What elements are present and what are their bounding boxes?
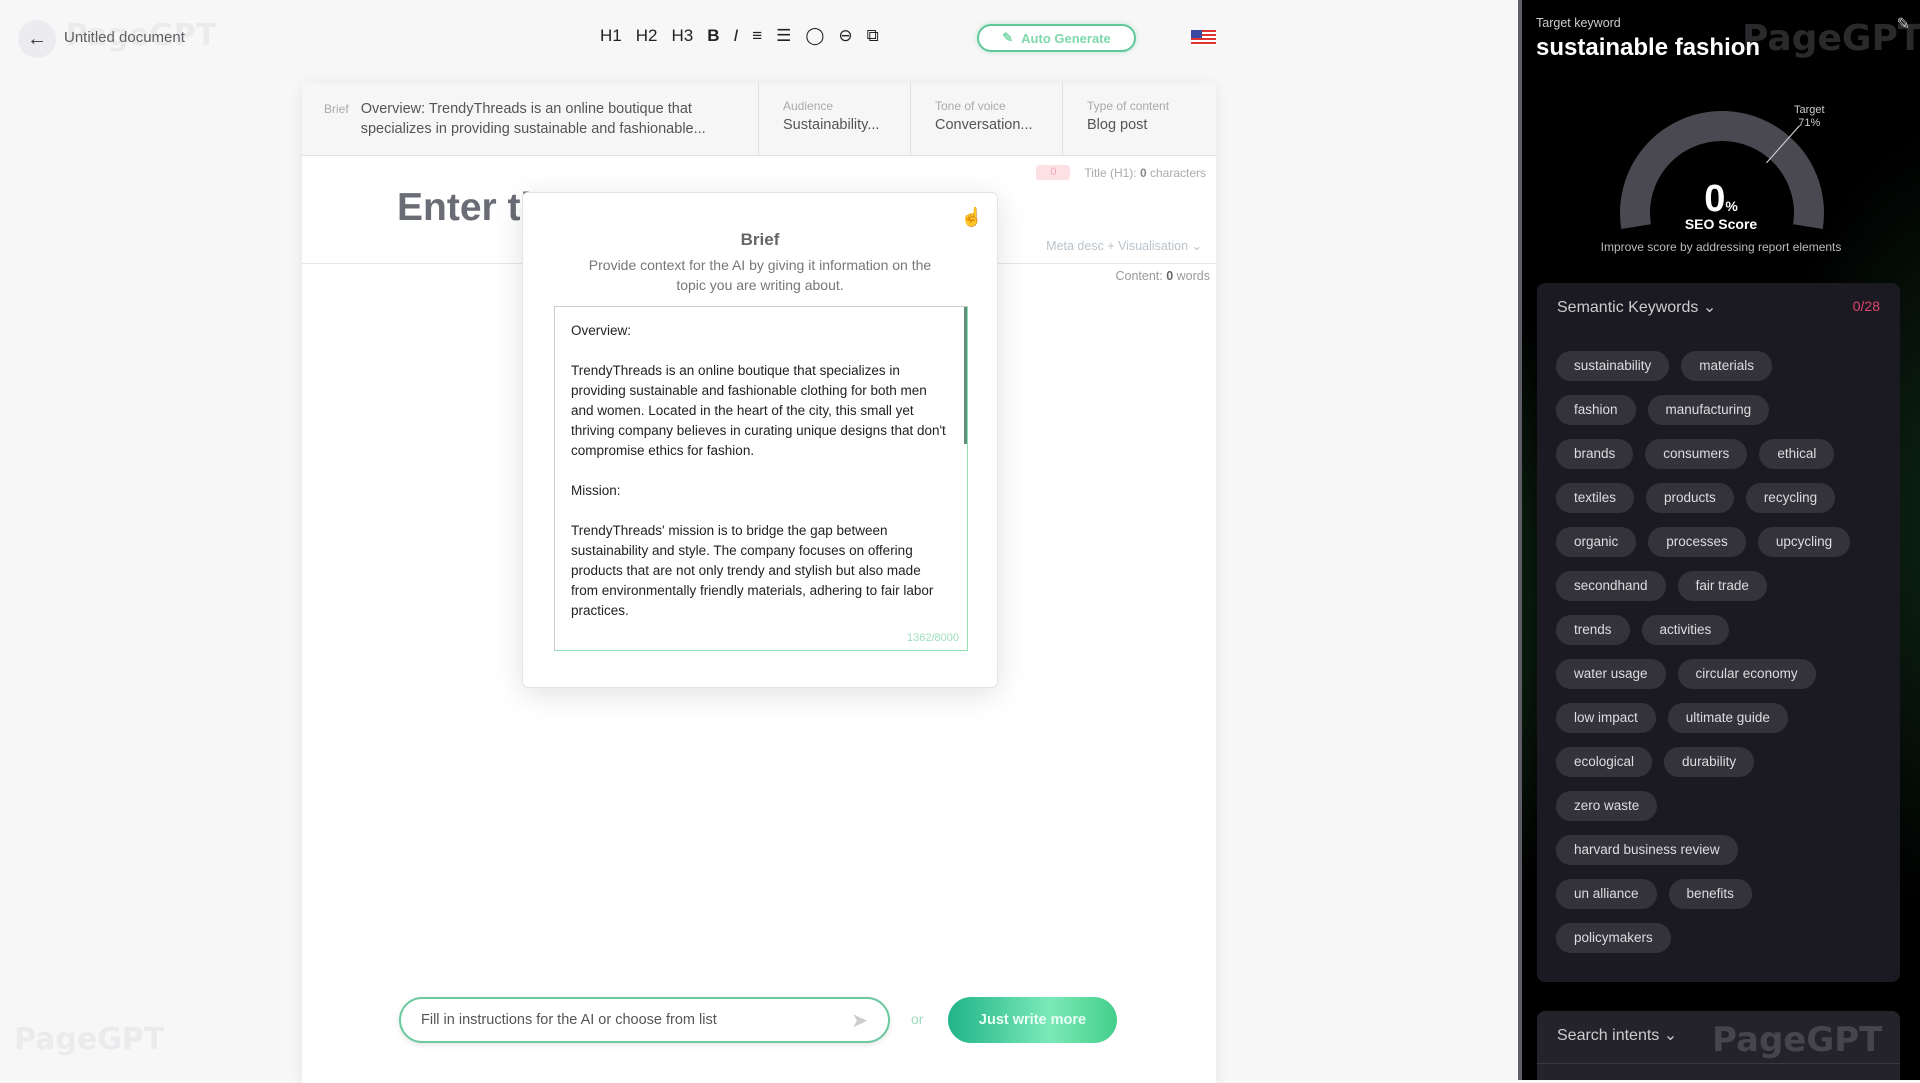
keyword-chip[interactable]: organic <box>1556 527 1637 557</box>
pagegpt-watermark: PageGPT <box>1742 18 1920 59</box>
keyword-chip[interactable]: zero waste <box>1556 791 1658 821</box>
title-counter: 0 Title (H1): 0 characters <box>1036 165 1206 180</box>
keyword-chip[interactable]: recycling <box>1745 483 1836 513</box>
title-status-badge: 0 <box>1036 165 1071 180</box>
brief-modal: ☝ Brief Provide context for the AI by gi… <box>522 192 998 688</box>
seo-panel: PageGPT Target keyword sustainable fashi… <box>1518 0 1920 1080</box>
keyword-chip[interactable]: ecological <box>1556 747 1653 777</box>
chip-row: ecological durability <box>1556 747 1850 791</box>
keyword-chip[interactable]: textiles <box>1556 483 1635 513</box>
improve-hint: Improve score by addressing report eleme… <box>1600 240 1842 254</box>
chevron-down-icon: ⌄ <box>1702 299 1717 316</box>
ai-instructions-input[interactable]: Fill in instructions for the AI or choos… <box>399 997 890 1043</box>
keyword-chip[interactable]: benefits <box>1668 879 1752 909</box>
keyword-chip[interactable]: circular economy <box>1677 659 1816 689</box>
toolbar-ordered-list-icon[interactable]: ≡ <box>752 26 762 46</box>
chip-row: organic processes upcycling <box>1556 527 1851 571</box>
pagegpt-watermark: PageGPT <box>66 18 217 53</box>
toolbar-heading-3[interactable]: H3 <box>671 26 693 46</box>
brief-field[interactable]: Brief Overview: TrendyThreads is an onlin… <box>302 83 759 155</box>
content-type-field[interactable]: Type of content Blog post <box>1063 83 1216 155</box>
seo-score-label: SEO Score <box>1684 216 1758 232</box>
chip-row: secondhand fair trade <box>1556 571 1850 615</box>
keyword-chip[interactable]: manufacturing <box>1647 395 1770 425</box>
semantic-keywords-toggle[interactable]: Semantic Keywords ⌄ <box>1557 297 1716 317</box>
keyword-chip[interactable]: upcycling <box>1757 527 1851 557</box>
toolbar-bold-icon[interactable]: B <box>707 26 719 46</box>
chip-row: textiles products recycling <box>1556 483 1850 527</box>
keyword-chip[interactable]: ethical <box>1759 439 1835 469</box>
toolbar-italic-icon[interactable]: I <box>733 26 738 46</box>
keyword-chip[interactable]: brands <box>1556 439 1634 469</box>
word-counter: Content: 0 words <box>1115 269 1210 283</box>
just-write-more-button[interactable]: Just write more <box>948 997 1117 1043</box>
target-keyword-label: Target keyword <box>1536 16 1621 30</box>
scrollbar[interactable] <box>964 307 967 444</box>
semantic-keywords-card: Semantic Keywords ⌄ 0/28 sustainability m… <box>1537 283 1900 982</box>
keyword-chip[interactable]: ultimate guide <box>1667 703 1788 733</box>
chip-row: policymakers <box>1556 923 1850 967</box>
keyword-chip[interactable]: consumers <box>1645 439 1748 469</box>
keyword-chip[interactable]: durability <box>1664 747 1755 777</box>
modal-subtitle: Provide context for the AI by giving it … <box>588 257 932 293</box>
chip-row: sustainability materials <box>1556 351 1850 395</box>
keyword-chip[interactable]: un alliance <box>1556 879 1657 909</box>
send-icon[interactable]: ➤ <box>851 1008 868 1033</box>
audience-field[interactable]: Audience Sustainability... <box>759 83 911 155</box>
chip-row: zero waste <box>1556 791 1850 835</box>
chevron-down-icon: ⌄ <box>1191 239 1202 253</box>
us-flag-icon[interactable] <box>1191 30 1216 46</box>
close-icon[interactable]: ☝ <box>961 207 983 228</box>
chip-row: fashion manufacturing <box>1556 395 1850 439</box>
chip-row: brands consumers ethical <box>1556 439 1850 483</box>
search-intents-toggle[interactable]: Search intents ⌄ <box>1557 1025 1677 1045</box>
toolbar-heading-2[interactable]: H2 <box>636 26 658 46</box>
keyword-chip[interactable]: trends <box>1556 615 1630 645</box>
keyword-chip[interactable]: fashion <box>1556 395 1636 425</box>
keyword-chip[interactable]: materials <box>1681 351 1773 381</box>
toolbar-copy-icon[interactable]: ⧉ <box>867 26 879 46</box>
keyword-chip[interactable]: policymakers <box>1556 923 1671 953</box>
toolbar-comment-icon[interactable]: ◯ <box>805 26 824 46</box>
keyword-chip[interactable]: activities <box>1641 615 1730 645</box>
brief-textarea[interactable]: Overview: TrendyThreads is an online bou… <box>554 306 968 651</box>
chip-row: trends activities <box>1556 615 1850 659</box>
or-label: or <box>911 1011 924 1027</box>
meta-desc-toggle[interactable]: Meta desc + Visualisation ⌄ <box>1046 238 1202 253</box>
pagegpt-watermark: PageGPT <box>1712 1020 1883 1060</box>
edit-icon[interactable]: ✎ <box>1897 14 1910 34</box>
keyword-chip[interactable]: harvard business review <box>1556 835 1738 865</box>
keyword-chip[interactable]: processes <box>1648 527 1746 557</box>
keyword-chip[interactable]: water usage <box>1556 659 1666 689</box>
arrow-left-icon: ← <box>27 27 47 50</box>
chip-row: harvard business review <box>1556 835 1850 879</box>
keyword-chip[interactable]: fair trade <box>1677 571 1767 601</box>
keyword-chip[interactable]: secondhand <box>1556 571 1666 601</box>
modal-title: Brief <box>740 230 780 249</box>
keyword-chip[interactable]: products <box>1646 483 1734 513</box>
gauge-target-label: Target 71% <box>1794 104 1825 129</box>
toolbar-link-icon[interactable]: ⊖ <box>838 26 852 46</box>
formatting-toolbar: H1 H2 H3 B I ≡ ☰ ◯ ⊖ ⧉ <box>600 26 879 46</box>
toolbar-bullet-list-icon[interactable]: ☰ <box>776 26 791 46</box>
pencil-icon: ✎ <box>1002 30 1014 45</box>
pagegpt-watermark: PageGPT <box>14 1022 165 1057</box>
chip-row: un alliance benefits <box>1556 879 1850 923</box>
keyword-chips: sustainability materials fashion manufactur… <box>1556 351 1851 967</box>
toolbar-heading-1[interactable]: H1 <box>600 26 622 46</box>
keyword-count: 0/28 <box>1852 298 1880 314</box>
back-button[interactable]: ← <box>18 20 56 58</box>
title-input[interactable]: Enter ti <box>397 186 531 230</box>
chip-row: low impact ultimate guide <box>1556 703 1850 747</box>
char-count: 1362/8000 <box>907 632 959 644</box>
keyword-chip[interactable]: sustainability <box>1556 351 1670 381</box>
brief-bar: Brief Overview: TrendyThreads is an onlin… <box>302 83 1216 156</box>
keyword-chip[interactable]: low impact <box>1556 703 1656 733</box>
seo-score-value: 0% <box>1704 178 1738 220</box>
tone-field[interactable]: Tone of voice Conversation... <box>911 83 1063 155</box>
chevron-down-icon: ⌄ <box>1663 1027 1678 1044</box>
target-keyword: sustainable fashion <box>1536 34 1761 61</box>
chip-row: water usage circular economy <box>1556 659 1850 703</box>
auto-generate-button[interactable]: ✎ Auto Generate <box>977 24 1136 52</box>
